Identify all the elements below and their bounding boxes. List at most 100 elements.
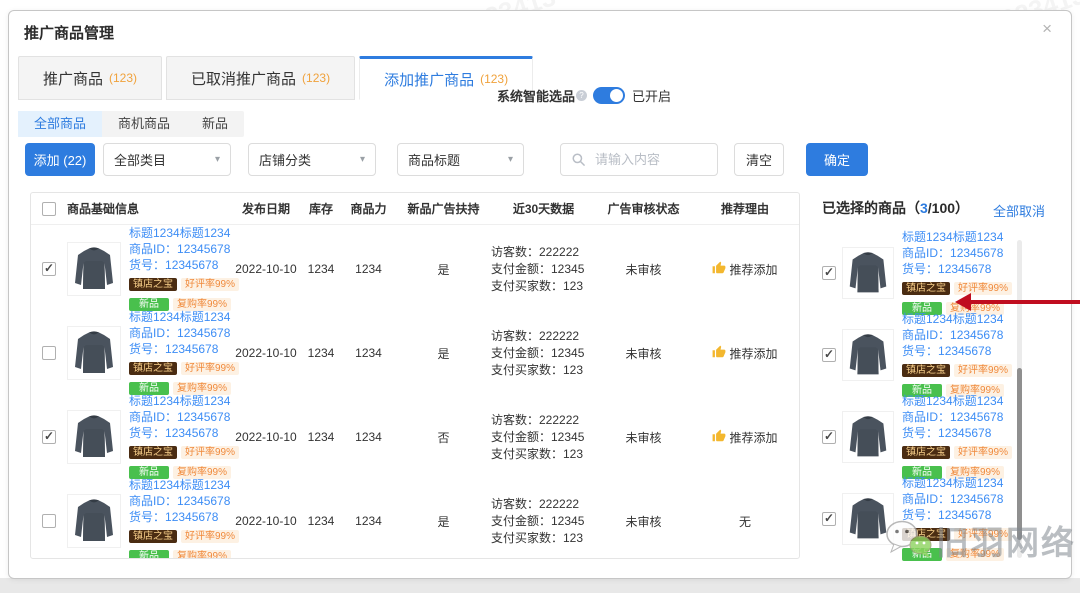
audit-status: 未审核 [596,345,691,362]
badge-store-treasure: 镇店之宝 [902,446,950,459]
tab-count: (123) [302,71,330,85]
table-row: 标题1234标题1234 商品ID：12345678 货号：12345678 镇… [31,309,799,393]
selected-count: 3 [920,200,928,216]
row-checkbox[interactable] [42,346,56,360]
badge-rating: 好评率99% [181,278,239,291]
shop-category-dropdown[interactable]: 店铺分类 ▾ [248,143,376,176]
select-all-checkbox[interactable] [42,202,56,216]
badge-rating: 好评率99% [954,364,1012,377]
product-id: 商品ID：12345678 [902,245,1012,261]
data-30d: 访客数：222222支付金额：12345支付买家数：123 [491,244,596,295]
badge-store-treasure: 镇店之宝 [129,446,177,459]
scrollbar-thumb[interactable] [1017,368,1022,540]
subtab-new-products[interactable]: 新品 [186,111,244,137]
smart-pick-control: 系统智能选品 ? 已开启 [497,86,671,105]
list-item: 标题1234标题1234 商品ID：12345678 货号：12345678 镇… [822,478,1022,560]
toggle-knob [610,89,623,102]
col-product-power: 商品力 [341,200,396,217]
badge-new-product: 新品 [902,548,942,561]
audit-status: 未审核 [596,513,691,530]
table-row: 标题1234标题1234 商品ID：12345678 货号：12345678 镇… [31,477,799,559]
badge-store-treasure: 镇店之宝 [129,278,177,291]
item-checkbox[interactable] [822,348,836,362]
badge-store-treasure: 镇店之宝 [902,282,950,295]
product-title[interactable]: 标题1234标题1234 [902,311,1012,327]
col-30d-data: 近30天数据 [491,200,596,217]
data-30d: 访客数：222222支付金额：12345支付买家数：123 [491,496,596,547]
dropdown-value: 店铺分类 [259,150,311,169]
close-icon[interactable]: × [1042,20,1052,37]
product-title[interactable]: 标题1234标题1234 [129,393,239,409]
chevron-down-icon: ▾ [360,154,365,165]
smart-pick-status: 已开启 [632,86,671,105]
page-background-strip [0,578,1080,593]
tab-cancelled-products[interactable]: 已取消推广商品 (123) [166,56,355,100]
subtab-all-products[interactable]: 全部商品 [18,111,102,137]
col-audit-status: 广告审核状态 [596,200,691,217]
tab-count: (123) [109,71,137,85]
help-icon[interactable]: ? [576,90,587,101]
item-checkbox[interactable] [822,512,836,526]
col-stock: 库存 [301,200,341,217]
new-ad-support-value: 否 [396,429,491,446]
badge-rating: 好评率99% [954,528,1012,541]
stock-value: 1234 [301,346,341,360]
main-tabs: 推广商品 (123) 已取消推广商品 (123) 添加推广商品 (123) [18,56,537,100]
publish-date: 2022-10-10 [231,514,301,528]
power-value: 1234 [341,346,396,360]
product-title[interactable]: 标题1234标题1234 [902,475,1012,491]
col-publish-date: 发布日期 [231,200,301,217]
product-sku: 货号：12345678 [902,425,1012,441]
title-dropdown[interactable]: 商品标题 ▾ [397,143,524,176]
new-ad-support-value: 是 [396,345,491,362]
dropdown-value: 全部类目 [114,150,166,169]
subtab-opportunity-products[interactable]: 商机商品 [102,111,186,137]
product-id: 商品ID：12345678 [129,325,239,341]
product-id: 商品ID：12345678 [902,409,1012,425]
tab-promoted-products[interactable]: 推广商品 (123) [18,56,162,100]
badge-repurchase: 复购率99% [173,550,231,559]
smart-pick-label: 系统智能选品 [497,86,575,105]
filter-bar: 添加 (22) 全部类目 ▾ 店铺分类 ▾ 商品标题 ▾ 清空 确定 [0,143,1080,177]
product-sku: 货号：12345678 [129,257,239,273]
col-product-info: 商品基础信息 [67,200,231,217]
product-title[interactable]: 标题1234标题1234 [129,225,239,241]
product-title[interactable]: 标题1234标题1234 [902,393,1012,409]
cancel-all-link[interactable]: 全部取消 [993,201,1045,220]
badge-store-treasure: 镇店之宝 [129,530,177,543]
product-sku: 货号：12345678 [129,425,239,441]
row-checkbox[interactable] [42,262,56,276]
tab-count: (123) [480,72,508,86]
new-ad-support-value: 是 [396,513,491,530]
product-id: 商品ID：12345678 [902,491,1012,507]
product-id: 商品ID：12345678 [129,241,239,257]
badge-store-treasure: 镇店之宝 [902,528,950,541]
product-image [67,242,121,296]
clear-button[interactable]: 清空 [734,143,784,176]
list-item: 标题1234标题1234 商品ID：12345678 货号：12345678 镇… [822,314,1022,396]
search-input[interactable] [593,151,707,168]
product-title[interactable]: 标题1234标题1234 [902,229,1012,245]
item-checkbox[interactable] [822,430,836,444]
row-checkbox[interactable] [42,514,56,528]
product-image [67,326,121,380]
scrollbar-track[interactable] [1017,240,1022,558]
thumbs-up-icon [712,429,726,446]
product-image [842,493,894,545]
product-image [842,247,894,299]
smart-pick-toggle[interactable] [593,87,625,104]
product-title[interactable]: 标题1234标题1234 [129,309,239,325]
product-sku: 货号：12345678 [902,507,1012,523]
power-value: 1234 [341,514,396,528]
product-id: 商品ID：12345678 [902,327,1012,343]
badge-repurchase: 复购率99% [946,548,1004,561]
row-checkbox[interactable] [42,430,56,444]
product-id: 商品ID：12345678 [129,493,239,509]
product-sku: 货号：12345678 [129,341,239,357]
category-dropdown[interactable]: 全部类目 ▾ [103,143,231,176]
confirm-button[interactable]: 确定 [806,143,868,176]
product-title[interactable]: 标题1234标题1234 [129,477,239,493]
data-30d: 访客数：222222支付金额：12345支付买家数：123 [491,412,596,463]
add-button[interactable]: 添加 (22) [25,143,95,176]
item-checkbox[interactable] [822,266,836,280]
